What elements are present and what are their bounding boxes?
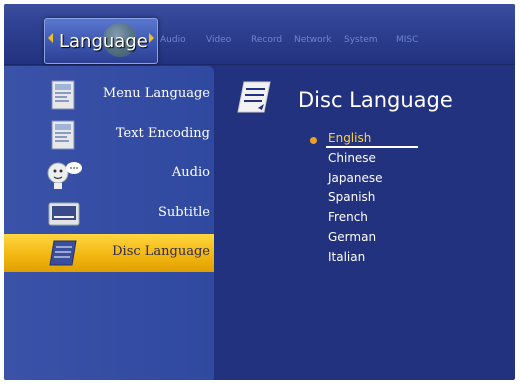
option-chinese[interactable]: Chinese (328, 151, 376, 165)
sidebar-item-label: Text Encoding (115, 126, 210, 141)
tab-language-label: Language (59, 31, 148, 52)
selection-underline (326, 146, 418, 148)
sidebar: Menu Language Text Encoding Audio Subtit… (4, 66, 214, 380)
sidebar-item-label: Subtitle (157, 205, 210, 220)
settings-screen: Language Audio Video Record Network Syst… (4, 4, 515, 380)
sidebar-item-label: Audio (171, 165, 210, 180)
top-tab-bar: Language Audio Video Record Network Syst… (4, 4, 515, 65)
sidebar-item-menu-language[interactable]: Menu Language (4, 76, 214, 114)
arrow-left-icon (48, 33, 53, 43)
tab-network[interactable]: Network (294, 35, 332, 45)
tab-misc[interactable]: MISC (396, 35, 418, 45)
sidebar-item-disc-language[interactable]: Disc Language (4, 234, 214, 272)
tab-system[interactable]: System (344, 35, 378, 45)
selected-indicator-icon (310, 137, 317, 144)
disc-language-icon (237, 81, 271, 113)
tab-record[interactable]: Record (251, 35, 282, 45)
tab-video[interactable]: Video (206, 35, 231, 45)
arrow-right-icon (149, 33, 154, 43)
option-english[interactable]: English (328, 131, 371, 145)
option-japanese[interactable]: Japanese (328, 171, 383, 185)
sidebar-item-text-encoding[interactable]: Text Encoding (4, 116, 214, 154)
audio-speech-icon (47, 162, 82, 189)
sidebar-item-label: Disc Language (112, 244, 210, 259)
panel-title: Disc Language (298, 88, 453, 112)
option-french[interactable]: French (328, 210, 368, 224)
menu-language-icon (51, 80, 75, 110)
disc-language-icon (49, 240, 77, 266)
subtitle-screen-icon (48, 202, 80, 226)
option-italian[interactable]: Italian (328, 250, 365, 264)
sidebar-item-audio[interactable]: Audio (4, 155, 214, 193)
option-german[interactable]: German (328, 230, 376, 244)
tab-language[interactable]: Language (44, 18, 158, 64)
sidebar-item-subtitle[interactable]: Subtitle (4, 195, 214, 233)
sidebar-item-label: Menu Language (102, 86, 210, 101)
text-encoding-icon (51, 120, 75, 150)
option-spanish[interactable]: Spanish (328, 190, 375, 204)
tab-audio[interactable]: Audio (160, 35, 186, 45)
